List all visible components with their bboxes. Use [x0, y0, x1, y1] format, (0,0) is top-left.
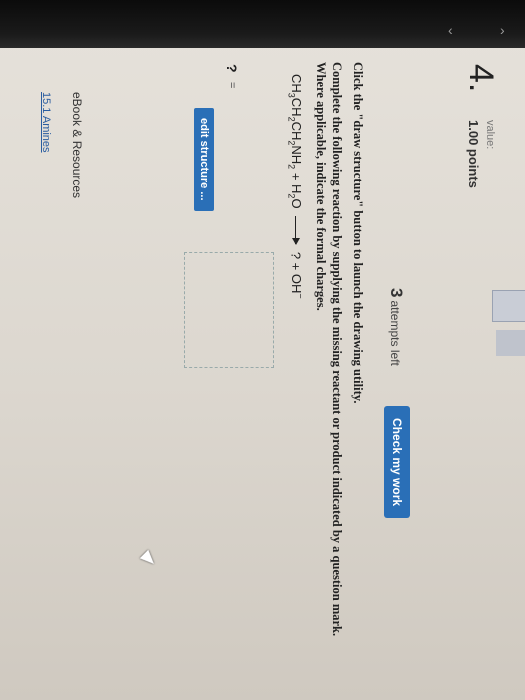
attempts-left: 3 attempts left — [386, 288, 406, 366]
edit-structure-button[interactable]: edit structure ... — [194, 108, 214, 211]
value-label: value: — [484, 120, 496, 150]
forward-arrow-icon: › — [500, 22, 505, 38]
instruction-complete: Complete the following reaction by suppl… — [314, 62, 344, 637]
reactant-propylamine: CH3CH2CH2NH2 — [286, 74, 304, 170]
answer-question-mark: ? — [224, 64, 240, 73]
product-hydroxide: OH− — [288, 273, 305, 299]
attempts-count: 3 — [387, 288, 406, 298]
monitor-bezel: ‹ › — [0, 0, 525, 48]
instruction-draw: Click the "draw structure" button to lau… — [351, 62, 365, 404]
structure-drawing-area[interactable] — [184, 252, 274, 368]
plus-sign: + — [288, 172, 304, 181]
back-arrow-icon: ‹ — [448, 22, 453, 38]
missing-product: ? + — [288, 251, 304, 271]
resources-heading: eBook & Resources — [70, 92, 84, 199]
question-number: 4. — [462, 64, 500, 93]
reaction-equation: CH3CH2CH2NH2 + H2O ? + OH− — [286, 74, 305, 299]
reaction-arrow-icon — [294, 216, 296, 245]
attempts-label: attempts left — [388, 300, 402, 366]
check-my-work-button[interactable]: Check my work — [384, 406, 410, 519]
points-value: 1.00 points — [466, 120, 481, 188]
answer-equals: = — [226, 82, 238, 89]
question-page: 4. value: 1.00 points 3 attempts left Che… — [20, 62, 500, 682]
side-panel-tab-2[interactable] — [496, 330, 525, 356]
resource-link-amines[interactable]: 15.1 Amines — [40, 92, 52, 153]
reactant-water: H2O — [286, 184, 304, 209]
